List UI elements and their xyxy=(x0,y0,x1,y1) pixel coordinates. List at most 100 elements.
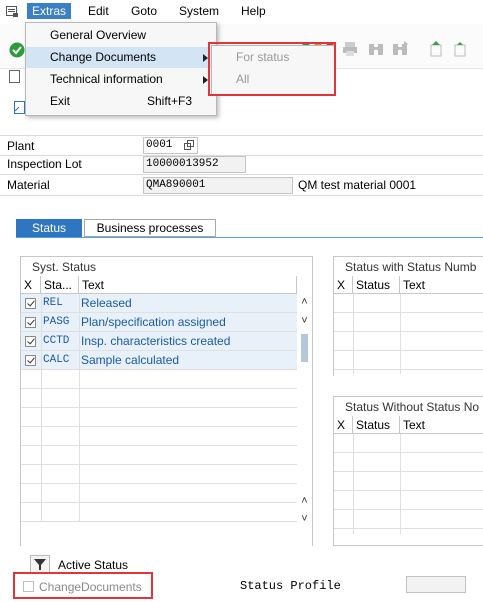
material-field[interactable]: QMA890001 xyxy=(143,177,293,194)
column-divider xyxy=(400,294,401,374)
scroll-up-icon[interactable]: ˄ xyxy=(300,297,309,308)
empty-row xyxy=(334,351,483,370)
menu-item-change-documents[interactable]: Change Documents xyxy=(26,47,216,68)
empty-row xyxy=(334,491,483,510)
confirm-check-icon[interactable] xyxy=(9,42,25,58)
menu-item-exit[interactable]: Exit Shift+F3 xyxy=(26,91,216,112)
record-icon[interactable] xyxy=(9,70,21,84)
column-header-text[interactable]: Text xyxy=(400,276,483,294)
menu-edit[interactable]: Edit xyxy=(88,4,109,18)
syst-status-group: Syst. Status X Sta... Text REL Released … xyxy=(20,256,313,546)
empty-row xyxy=(334,472,483,491)
row-checkbox[interactable] xyxy=(25,317,36,328)
empty-row xyxy=(334,313,483,332)
status-profile-label: Status Profile xyxy=(240,579,341,593)
form-separator xyxy=(0,135,483,136)
table-row[interactable]: PASG Plan/specification assigned xyxy=(21,313,297,332)
column-header-status[interactable]: Status xyxy=(353,276,400,294)
menu-item-label: Exit xyxy=(50,94,71,108)
tab-business-processes[interactable]: Business processes xyxy=(84,219,216,237)
status-code: PASG xyxy=(43,316,70,328)
empty-row xyxy=(334,434,483,453)
column-header-text[interactable]: Text xyxy=(400,416,483,434)
empty-row xyxy=(334,453,483,472)
scroll-thumb[interactable] xyxy=(301,334,308,362)
status-text: Released xyxy=(81,296,132,310)
menu-item-technical-information[interactable]: Technical information xyxy=(26,69,216,90)
column-header-x[interactable]: X xyxy=(334,416,353,434)
empty-row xyxy=(334,294,483,313)
column-header-text[interactable]: Text xyxy=(79,276,297,294)
syst-status-table: X Sta... Text REL Released PASG Plan/spe… xyxy=(21,276,312,546)
menu-item-label: General Overview xyxy=(50,28,147,42)
empty-row xyxy=(21,427,297,446)
empty-row xyxy=(334,332,483,351)
column-divider xyxy=(353,294,354,374)
status-text: Plan/specification assigned xyxy=(81,315,226,329)
empty-row xyxy=(21,389,297,408)
system-menu-icon[interactable] xyxy=(6,6,18,17)
table-row[interactable]: CCTD Insp. characteristics created xyxy=(21,332,297,351)
scroll-down-icon[interactable]: ˅ xyxy=(300,316,309,327)
menu-help[interactable]: Help xyxy=(241,4,266,18)
column-header-x[interactable]: X xyxy=(21,276,41,294)
status-with-number-table: X Status Text xyxy=(334,276,483,376)
syst-status-title: Syst. Status xyxy=(32,260,97,274)
vertical-scrollbar[interactable]: ˄ ˅ ˄ ˅ xyxy=(297,294,312,526)
find-icon[interactable] xyxy=(368,41,384,57)
menu-bar: Extras Edit Goto System Help xyxy=(0,0,483,24)
tab-underline xyxy=(16,237,483,238)
scroll-up-icon[interactable]: ˄ xyxy=(300,496,309,507)
menu-system[interactable]: System xyxy=(179,4,219,18)
empty-row xyxy=(21,484,297,503)
status-without-number-group: Status Without Status No X Status Text xyxy=(333,396,483,546)
menu-item-label: Change Documents xyxy=(50,50,157,64)
empty-row xyxy=(21,503,297,522)
menu-extras[interactable]: Extras xyxy=(27,3,72,19)
scroll-down-icon[interactable]: ˅ xyxy=(300,514,309,525)
previous-page-icon[interactable] xyxy=(452,41,468,57)
row-checkbox[interactable] xyxy=(25,298,36,309)
status-text: Insp. characteristics created xyxy=(81,334,231,348)
column-divider xyxy=(41,294,42,522)
status-code: REL xyxy=(43,297,63,309)
menu-goto[interactable]: Goto xyxy=(131,4,157,18)
column-header-x[interactable]: X xyxy=(334,276,353,294)
status-without-number-title: Status Without Status No xyxy=(345,400,480,414)
empty-row xyxy=(334,510,483,529)
menu-item-general-overview[interactable]: General Overview xyxy=(26,25,216,46)
row-separator xyxy=(0,174,483,175)
status-code: CCTD xyxy=(43,335,70,347)
row-separator xyxy=(0,195,483,196)
find-next-icon[interactable] xyxy=(392,41,408,57)
inspection-lot-field[interactable]: 10000013952 xyxy=(143,156,246,173)
menu-item-label: Technical information xyxy=(50,72,163,86)
plant-label: Plant xyxy=(7,139,35,153)
empty-row xyxy=(21,370,297,389)
table-row[interactable]: CALC Sample calculated xyxy=(21,351,297,370)
extras-menu: General Overview Change Documents Techni… xyxy=(25,22,217,116)
status-profile-field[interactable] xyxy=(406,576,466,593)
material-description: QM test material 0001 xyxy=(298,178,417,192)
first-page-icon[interactable] xyxy=(428,41,444,57)
column-divider xyxy=(353,434,354,534)
empty-row xyxy=(21,408,297,427)
print-icon[interactable] xyxy=(342,41,358,57)
inspection-lot-label: Inspection Lot xyxy=(7,157,82,171)
column-header-status[interactable]: Sta... xyxy=(41,276,79,294)
status-without-number-table: X Status Text xyxy=(334,416,483,544)
row-checkbox[interactable] xyxy=(25,355,36,366)
material-label: Material xyxy=(7,178,50,192)
column-header-status[interactable]: Status xyxy=(353,416,400,434)
status-code: CALC xyxy=(43,354,70,366)
filter-icon[interactable] xyxy=(30,555,50,573)
plant-field[interactable]: 0001 xyxy=(143,137,198,154)
submenu-highlight xyxy=(208,42,336,96)
tab-status[interactable]: Status xyxy=(16,219,82,237)
table-row[interactable]: REL Released xyxy=(21,294,297,313)
row-checkbox[interactable] xyxy=(25,336,36,347)
status-text: Sample calculated xyxy=(81,353,180,367)
empty-row xyxy=(21,465,297,484)
column-divider xyxy=(400,434,401,534)
value-help-icon[interactable] xyxy=(184,140,194,150)
